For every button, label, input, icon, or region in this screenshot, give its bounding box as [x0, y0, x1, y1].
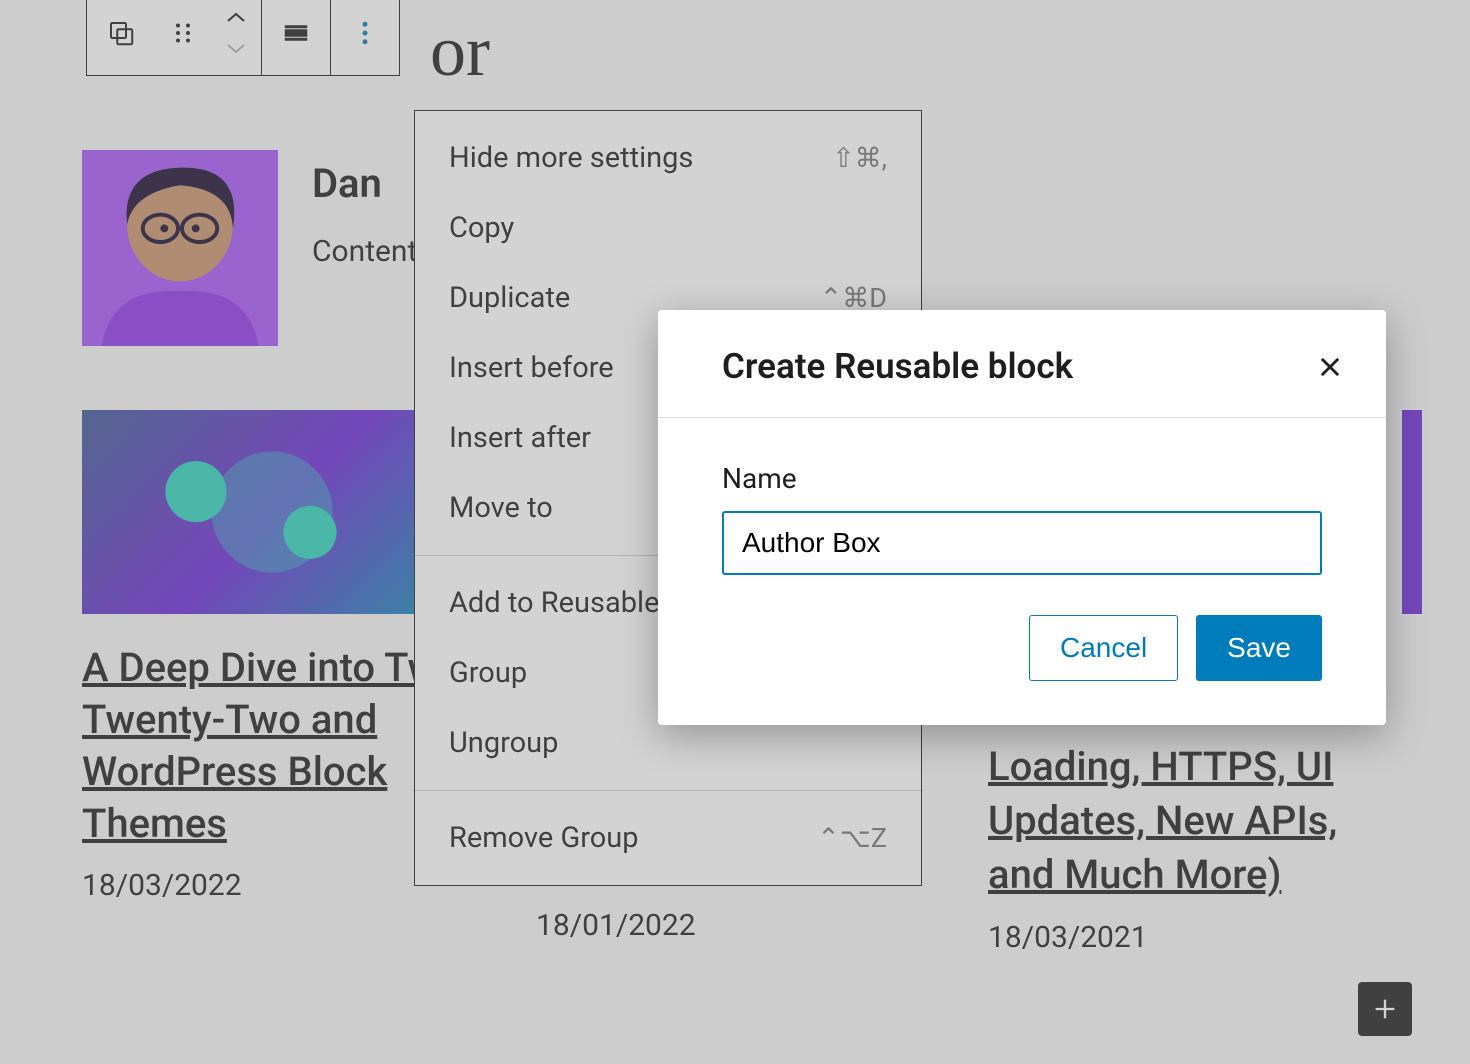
menu-label: Copy	[449, 211, 514, 245]
menu-label: Add to Reusable b	[449, 586, 683, 620]
menu-item-remove-group[interactable]: Remove Group ⌃⌥Z	[415, 803, 921, 873]
drag-handle-icon[interactable]	[155, 0, 211, 75]
post-card[interactable]: A Deep Dive into Twe Twenty-Two and Word…	[82, 410, 462, 903]
cancel-button[interactable]: Cancel	[1029, 615, 1178, 681]
post-date: 18/03/2022	[82, 868, 462, 903]
move-arrows[interactable]	[211, 0, 261, 75]
menu-item-copy[interactable]: Copy	[415, 193, 921, 263]
menu-label: Hide more settings	[449, 141, 693, 175]
group-icon[interactable]	[87, 0, 155, 75]
post-title-link[interactable]: Loading, HTTPS, UI Updates, New APIs, an…	[988, 740, 1388, 902]
menu-shortcut: ⌃⌥Z	[817, 822, 887, 854]
create-reusable-block-dialog: Create Reusable block Name Cancel Save	[658, 310, 1386, 725]
menu-label: Move to	[449, 491, 553, 525]
post-card[interactable]: Loading, HTTPS, UI Updates, New APIs, an…	[988, 740, 1388, 955]
chevron-up-icon[interactable]	[226, 11, 246, 25]
post-thumbnail-edge	[1402, 410, 1422, 614]
post-date: 18/03/2021	[988, 920, 1388, 955]
menu-label: Group	[449, 656, 527, 690]
save-button[interactable]: Save	[1196, 615, 1322, 681]
author-name: Dan	[312, 160, 382, 207]
name-field[interactable]	[722, 511, 1322, 575]
author-bio: Content	[312, 234, 417, 269]
menu-shortcut: ⇧⌘,	[832, 142, 887, 174]
more-vertical-icon[interactable]	[331, 0, 399, 75]
dialog-title: Create Reusable block	[722, 346, 1073, 387]
block-toolbar	[86, 0, 400, 76]
name-field-label: Name	[722, 462, 1322, 495]
align-icon[interactable]	[262, 0, 330, 75]
post-title-link[interactable]: A Deep Dive into Twe Twenty-Two and Word…	[82, 642, 462, 850]
post-date: 18/01/2022	[536, 908, 896, 943]
post-thumbnail	[82, 410, 462, 614]
menu-label: Duplicate	[449, 281, 570, 315]
close-icon[interactable]	[1310, 347, 1350, 387]
add-block-button[interactable]	[1358, 982, 1412, 1036]
menu-label: Remove Group	[449, 821, 639, 855]
menu-label: Ungroup	[449, 726, 558, 760]
avatar	[82, 150, 278, 346]
menu-label: Insert after	[449, 421, 591, 455]
page-title-fragment: or	[430, 10, 490, 93]
chevron-down-icon[interactable]	[226, 41, 246, 55]
menu-label: Insert before	[449, 351, 614, 385]
menu-item-hide-settings[interactable]: Hide more settings ⇧⌘,	[415, 123, 921, 193]
